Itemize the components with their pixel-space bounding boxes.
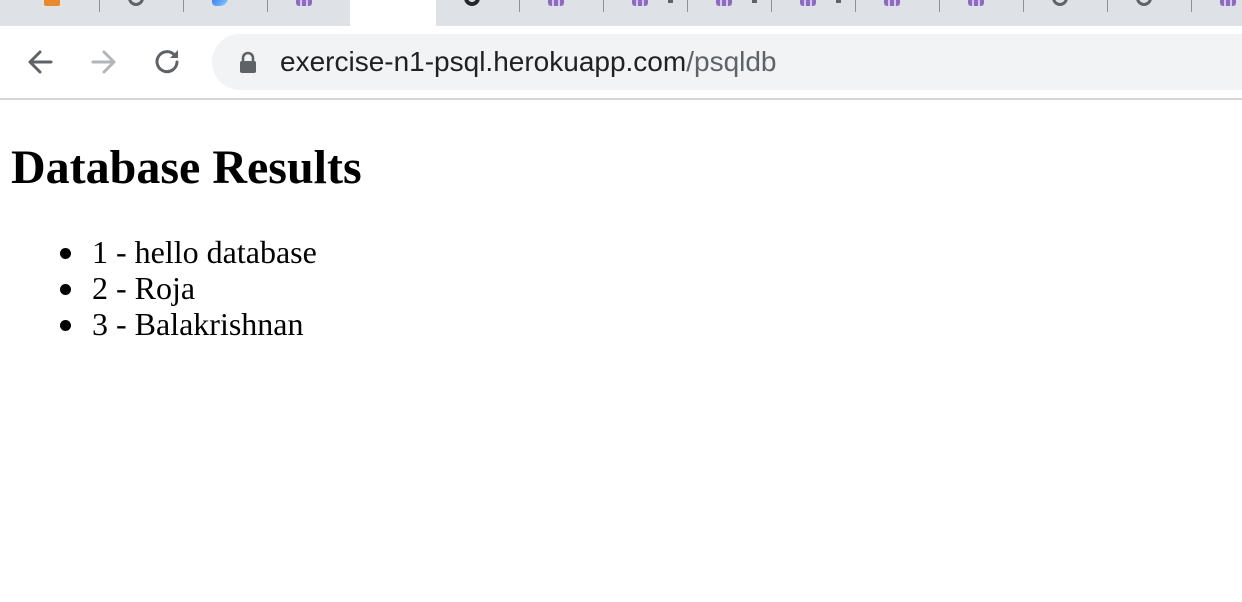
- list-item: 1 - hello database: [0, 234, 317, 270]
- tab[interactable]: [1108, 0, 1192, 26]
- forward-button[interactable]: [88, 42, 120, 82]
- grey-circle-favicon-icon: [1052, 0, 1068, 6]
- audio-indicator-icon: [752, 0, 757, 3]
- purple-heroku-favicon-icon: [800, 0, 816, 6]
- tab-strip: [0, 0, 1242, 26]
- purple-heroku-favicon-icon: [884, 0, 900, 6]
- tab[interactable]: [1192, 0, 1242, 26]
- forward-arrow-icon: [91, 50, 116, 74]
- audio-indicator-icon: [836, 0, 841, 3]
- tab[interactable]: [1024, 0, 1108, 26]
- list-item: 3 - Balakrishnan: [0, 306, 317, 342]
- lock-icon[interactable]: [238, 51, 258, 73]
- bullet-icon: [60, 320, 71, 331]
- purple-heroku-favicon-icon: [716, 0, 732, 6]
- grey-circle-favicon-icon: [128, 0, 144, 6]
- page-content: Database Results 1 - hello database 2 - …: [0, 100, 1242, 602]
- back-button[interactable]: [24, 42, 56, 82]
- blue-favicon-icon: [212, 0, 228, 6]
- active-tab[interactable]: [350, 0, 436, 26]
- bullet-icon: [60, 248, 71, 259]
- tab[interactable]: [520, 0, 604, 26]
- list-item: 2 - Roja: [0, 270, 317, 306]
- browser-window: exercise-n1-psql.herokuapp.com/psqldb Da…: [0, 0, 1242, 602]
- tab[interactable]: [16, 0, 100, 26]
- tab[interactable]: [268, 0, 352, 26]
- url-host: exercise-n1-psql.herokuapp.com: [280, 46, 687, 77]
- purple-heroku-favicon-icon: [632, 0, 648, 6]
- url-text[interactable]: exercise-n1-psql.herokuapp.com/psqldb: [280, 34, 777, 90]
- grey-circle-favicon-icon: [1136, 0, 1152, 6]
- reload-icon: [155, 50, 179, 74]
- tab[interactable]: [856, 0, 940, 26]
- tab[interactable]: [184, 0, 268, 26]
- results-list: 1 - hello database 2 - Roja 3 - Balakris…: [0, 234, 317, 342]
- purple-heroku-favicon-icon: [548, 0, 564, 6]
- result-text: 1 - hello database: [92, 234, 317, 270]
- tab[interactable]: [436, 0, 520, 26]
- tab[interactable]: [100, 0, 184, 26]
- orange-favicon-icon: [44, 0, 60, 6]
- reload-button[interactable]: [152, 42, 184, 82]
- tab[interactable]: [604, 0, 688, 26]
- tab[interactable]: [688, 0, 772, 26]
- purple-heroku-favicon-icon: [296, 0, 312, 6]
- page-title: Database Results: [11, 141, 362, 194]
- result-text: 3 - Balakrishnan: [92, 306, 304, 342]
- address-bar[interactable]: exercise-n1-psql.herokuapp.com/psqldb: [212, 34, 1242, 90]
- bullet-icon: [60, 284, 71, 295]
- result-text: 2 - Roja: [92, 270, 196, 306]
- tab[interactable]: [772, 0, 856, 26]
- audio-indicator-icon: [668, 0, 673, 3]
- browser-toolbar: exercise-n1-psql.herokuapp.com/psqldb: [0, 26, 1242, 100]
- url-path: /psqldb: [686, 46, 777, 77]
- tab[interactable]: [940, 0, 1024, 26]
- back-arrow-icon: [28, 50, 53, 74]
- github-favicon-icon: [464, 0, 480, 6]
- purple-heroku-favicon-icon: [1220, 0, 1236, 6]
- purple-heroku-favicon-icon: [968, 0, 984, 6]
